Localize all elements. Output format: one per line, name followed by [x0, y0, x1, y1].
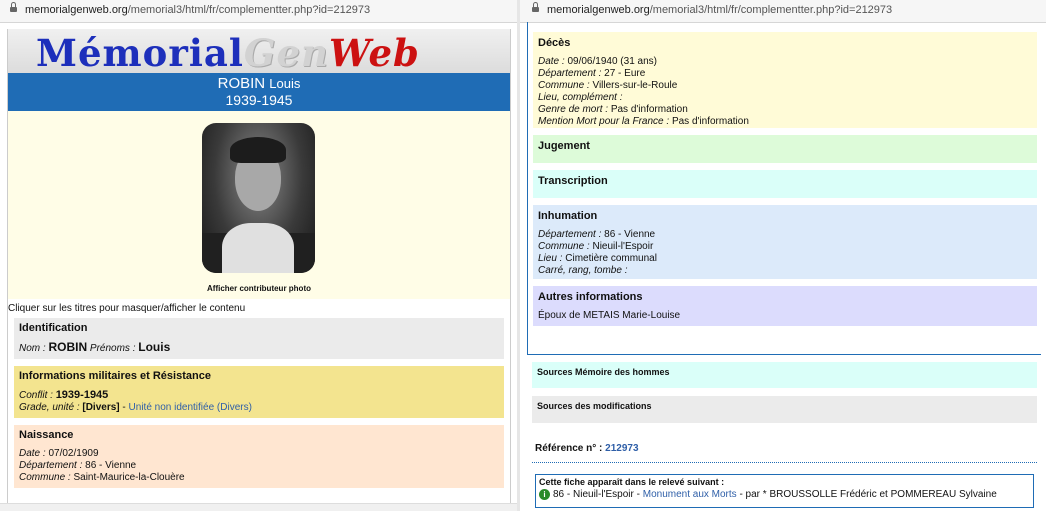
military-title[interactable]: Informations militaires et Résistance: [19, 370, 500, 382]
deces-mention: Pas d'information: [671, 116, 749, 127]
naissance-dept: 86 - Vienne: [85, 460, 137, 471]
memorial-page: MémorialGenWeb ROBIN Louis 1939-1945 Aff…: [7, 29, 511, 511]
inhumation-commune: Nieuil-l'Espoir: [592, 241, 654, 252]
info-icon[interactable]: i: [539, 489, 550, 500]
deces-lieu-label: Lieu, complément :: [538, 92, 623, 103]
sources-memoire-section[interactable]: Sources Mémoire des hommes: [532, 362, 1037, 388]
naissance-title[interactable]: Naissance: [19, 429, 500, 441]
url-domain: memorialgenweb.org: [25, 4, 128, 16]
releve-title: Cette fiche apparaît dans le relevé suiv…: [539, 477, 725, 487]
deces-dept: 27 - Eure: [604, 68, 646, 79]
logo-part-memorial: Mémorial: [36, 31, 244, 73]
person-title-band: ROBIN Louis 1939-1945: [8, 73, 510, 111]
reference-value: 212973: [605, 443, 639, 454]
lock-icon: [532, 1, 539, 12]
address-bar[interactable]: memorialgenweb.org/memorial3/html/fr/com…: [0, 0, 517, 23]
naissance-date: 07/02/1909: [48, 448, 99, 459]
lock-icon: [10, 1, 17, 12]
url-domain: memorialgenweb.org: [547, 4, 650, 16]
jugement-title[interactable]: Jugement: [538, 140, 1032, 152]
photo-area: Afficher contributeur photo: [8, 111, 510, 299]
url-path: /memorial3/html/fr/complementter.php?id=…: [127, 4, 371, 16]
identification-title[interactable]: Identification: [19, 322, 500, 334]
releve-place: 86 - Nieuil-l'Espoir: [553, 489, 634, 501]
autres-section[interactable]: Autres informations Époux de METAIS Mari…: [533, 286, 1037, 326]
toggle-hint: Cliquer sur les titres pour masquer/affi…: [8, 303, 246, 314]
military-conflit: 1939-1945: [55, 389, 109, 401]
releve-authors: - par * BROUSSOLLE Frédéric et POMMEREAU…: [739, 489, 997, 501]
address-bar-right[interactable]: memorialgenweb.org/memorial3/html/fr/com…: [520, 0, 1046, 23]
person-surname: ROBIN: [217, 75, 266, 92]
deces-date: 09/06/1940 (31 ans): [567, 56, 657, 67]
deces-commune: Villers-sur-le-Roule: [592, 80, 678, 91]
left-browser-pane: memorialgenweb.org/memorial3/html/fr/com…: [0, 0, 517, 511]
transcription-section[interactable]: Transcription: [533, 170, 1037, 198]
monument-link[interactable]: Monument aux Morts: [643, 489, 737, 500]
dotted-separator: [532, 462, 1037, 463]
military-unit-link[interactable]: Unité non identifiée (Divers): [129, 402, 252, 413]
identification-nom: ROBIN: [48, 340, 88, 354]
deces-genre: Pas d'information: [610, 104, 688, 115]
autres-title[interactable]: Autres informations: [538, 291, 1032, 303]
deces-title[interactable]: Décès: [538, 37, 1032, 49]
inhumation-carre-label: Carré, rang, tombe :: [538, 265, 628, 276]
photo-contributor-link[interactable]: Afficher contributeur photo: [8, 284, 510, 293]
military-section[interactable]: Informations militaires et Résistance Co…: [14, 366, 504, 418]
naissance-section[interactable]: Naissance Date : 07/02/1909 Département …: [14, 425, 504, 488]
logo-part-web: Web: [328, 31, 420, 73]
inhumation-dept: 86 - Vienne: [604, 229, 656, 240]
memorial-page-continued: Décès Date : 09/06/1940 (31 ans) Départe…: [527, 22, 1041, 355]
deces-section[interactable]: Décès Date : 09/06/1940 (31 ans) Départe…: [533, 32, 1037, 128]
sources-modifications-section[interactable]: Sources des modifications: [532, 396, 1037, 423]
releve-box: Cette fiche apparaît dans le relevé suiv…: [535, 474, 1034, 508]
identification-section[interactable]: Identification Nom : ROBIN Prénoms : Lou…: [14, 318, 504, 359]
transcription-title[interactable]: Transcription: [538, 175, 1032, 187]
autres-text: Époux de METAIS Marie-Louise: [538, 310, 681, 321]
naissance-commune: Saint-Maurice-la-Clouère: [73, 472, 185, 483]
right-browser-pane: memorialgenweb.org/memorial3/html/fr/com…: [520, 0, 1046, 511]
portrait-photo[interactable]: [202, 123, 315, 273]
person-years: 1939-1945: [225, 92, 293, 108]
inhumation-title[interactable]: Inhumation: [538, 210, 1032, 222]
inhumation-section[interactable]: Inhumation Département : 86 - Vienne Com…: [533, 205, 1037, 279]
jugement-section[interactable]: Jugement: [533, 135, 1037, 163]
person-firstname: Louis: [269, 76, 301, 91]
logo-part-gen: Gen: [243, 31, 329, 73]
inhumation-lieu: Cimetière communal: [565, 253, 657, 264]
taskbar-strip: [0, 503, 517, 511]
reference-number: Référence n° : 212973: [535, 443, 639, 454]
military-grade: [Divers]: [82, 402, 120, 413]
identification-prenoms: Louis: [138, 340, 171, 354]
site-logo[interactable]: MémorialGenWeb: [8, 29, 510, 73]
url-path: /memorial3/html/fr/complementter.php?id=…: [649, 4, 893, 16]
